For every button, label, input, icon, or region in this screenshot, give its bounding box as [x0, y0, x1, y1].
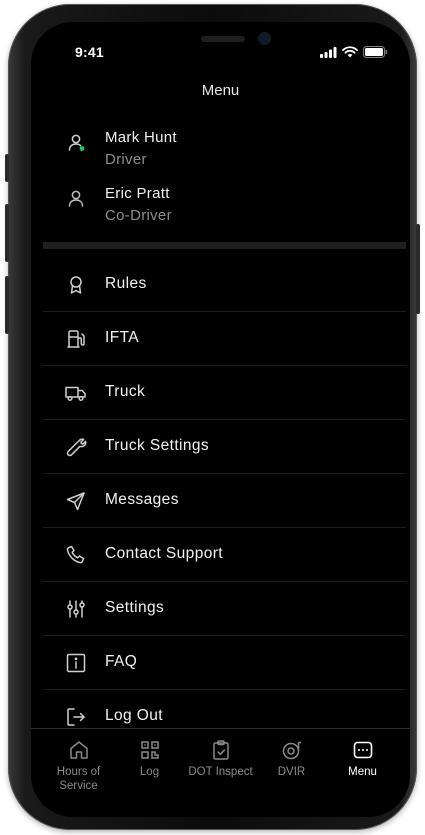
user-name: Eric Pratt [105, 185, 170, 202]
menu-item-truck-settings[interactable]: Truck Settings [43, 420, 406, 474]
menu-item-rules[interactable]: Rules [43, 258, 406, 312]
menu-item-settings[interactable]: Settings [43, 582, 406, 636]
menu-item-label: Truck Settings [105, 437, 210, 454]
menu-item-label: Messages [105, 491, 179, 508]
power-button [416, 224, 420, 314]
phone-frame: 9:41 Menu Mark Hunt Driver Eric Pratt Co… [5, 4, 420, 830]
qr-code-icon [139, 739, 161, 761]
tab-label: DVIR [277, 766, 306, 778]
fuel-pump-icon [65, 328, 87, 350]
tab-hours-of-service[interactable]: Hours of Service [43, 735, 114, 793]
menu-item-label: Contact Support [105, 545, 224, 562]
tire-icon [281, 739, 303, 761]
menu-item-label: FAQ [105, 653, 138, 670]
volume-up-button [5, 204, 9, 262]
tab-label: Hours of Service [56, 766, 101, 792]
tab-label: DOT Inspect [188, 766, 253, 778]
truck-icon [65, 382, 87, 404]
user-role: Co-Driver [105, 207, 172, 224]
page-title: Menu [201, 82, 240, 99]
user-role: Driver [105, 151, 147, 168]
battery-icon [363, 46, 388, 58]
sliders-icon [65, 598, 87, 620]
tab-dot-inspect[interactable]: DOT Inspect [185, 735, 256, 793]
app-screen: 9:41 Menu Mark Hunt Driver Eric Pratt Co… [31, 22, 410, 817]
menu-list: Rules IFTA Truck Truck Settings Messages… [43, 258, 406, 743]
signal-icon [320, 46, 337, 58]
tab-dvir[interactable]: DVIR [256, 735, 327, 793]
tab-label: Menu [348, 766, 377, 778]
menu-item-label: Settings [105, 599, 165, 616]
wrench-icon [65, 436, 87, 458]
menu-item-messages[interactable]: Messages [43, 474, 406, 528]
status-icons [320, 46, 388, 58]
tab-log[interactable]: Log [114, 735, 185, 793]
status-bar: 9:41 [31, 22, 410, 72]
clipboard-check-icon [210, 739, 232, 761]
home-icon [68, 739, 90, 761]
section-divider [43, 242, 406, 249]
phone-icon [65, 544, 87, 566]
user-name: Mark Hunt [105, 129, 177, 146]
menu-item-ifta[interactable]: IFTA [43, 312, 406, 366]
menu-item-label: IFTA [105, 329, 140, 346]
tab-label: Log [139, 766, 160, 778]
user-co-driver[interactable]: Eric Pratt Co-Driver [31, 185, 410, 235]
tab-menu[interactable]: Menu [327, 735, 398, 793]
menu-item-label: Truck [105, 383, 146, 400]
volume-down-button [5, 276, 9, 334]
menu-item-label: Log Out [105, 707, 163, 724]
menu-item-truck[interactable]: Truck [43, 366, 406, 420]
bottom-tab-bar: Hours of Service Log DOT Inspect DVIR Me… [31, 728, 410, 817]
user-icon [67, 133, 87, 153]
status-time: 9:41 [75, 44, 104, 60]
menu-dots-icon [352, 739, 374, 761]
menu-item-faq[interactable]: FAQ [43, 636, 406, 690]
send-icon [65, 490, 87, 512]
info-icon [65, 652, 87, 674]
award-icon [65, 274, 87, 296]
menu-item-label: Rules [105, 275, 147, 292]
logout-icon [65, 706, 87, 728]
mute-switch [5, 154, 9, 182]
menu-item-contact-support[interactable]: Contact Support [43, 528, 406, 582]
user-icon [67, 189, 87, 209]
wifi-icon [342, 46, 358, 58]
user-driver[interactable]: Mark Hunt Driver [31, 129, 410, 179]
